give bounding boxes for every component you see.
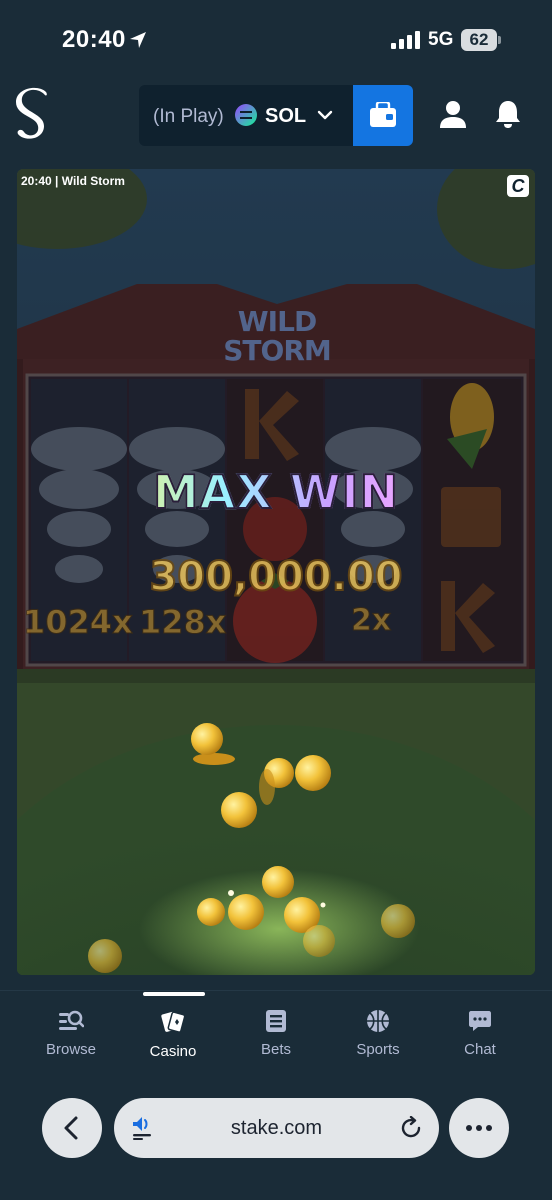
wallet-status: (In Play): [153, 106, 224, 127]
bets-list-icon: [266, 1010, 286, 1032]
address-bar[interactable]: stake.com: [114, 1098, 439, 1158]
nav-label: Chat: [464, 1041, 496, 1058]
game-frame[interactable]: 20:40 | Wild Storm C WILD STORM MAX WIN …: [17, 169, 535, 975]
casino-cards-icon: [161, 1011, 186, 1033]
nav-item-browse[interactable]: Browse: [21, 1009, 121, 1058]
basketball-icon: [367, 1010, 389, 1032]
nav-item-sports[interactable]: Sports: [328, 1009, 428, 1058]
solana-icon: [235, 104, 257, 126]
nav-item-casino[interactable]: Casino: [123, 1009, 223, 1060]
more-dots-icon: [466, 1125, 492, 1131]
chat-icon: [469, 1011, 491, 1031]
active-tab-indicator: [143, 992, 205, 996]
reload-icon[interactable]: [399, 1116, 423, 1140]
app-header: (In Play) SOL: [0, 80, 552, 154]
status-time: 20:40: [62, 26, 126, 53]
chevron-down-icon: [317, 110, 333, 120]
multiplier-label: 128x: [138, 603, 227, 642]
game-caption: 20:40 | Wild Storm: [21, 174, 125, 188]
nav-label: Casino: [149, 1043, 197, 1060]
user-icon[interactable]: [439, 100, 467, 130]
battery-nub: [498, 36, 501, 44]
nav-label: Browse: [45, 1041, 97, 1058]
win-amount: 300,000.00: [148, 553, 403, 601]
wallet-icon: [370, 102, 396, 127]
currency-label: SOL: [265, 105, 307, 127]
cellular-signal-icon: [391, 31, 420, 49]
back-button[interactable]: [42, 1098, 102, 1158]
chevron-left-icon: [64, 1116, 78, 1140]
game-provider-badge[interactable]: C: [507, 175, 529, 197]
game-logo-line1: WILD: [237, 305, 317, 338]
multiplier-label: 2x: [350, 603, 392, 639]
nav-item-chat[interactable]: Chat: [430, 1009, 530, 1058]
battery-icon: 62: [461, 29, 497, 51]
url-text: stake.com: [230, 1117, 323, 1139]
location-arrow-icon: [130, 32, 146, 48]
wallet-selector[interactable]: (In Play) SOL: [139, 85, 353, 146]
nav-item-bets[interactable]: Bets: [226, 1009, 326, 1058]
bottom-nav: Browse Casino Bets Sports Chat: [0, 990, 552, 1076]
game-logo: WILD STORM: [217, 307, 337, 365]
multiplier-label: 1024x: [23, 603, 134, 642]
network-type: 5G: [428, 29, 454, 50]
bell-icon[interactable]: [494, 99, 522, 129]
more-options-button[interactable]: [449, 1098, 509, 1158]
game-logo-line2: STORM: [223, 334, 332, 367]
stake-logo-icon[interactable]: [14, 86, 52, 144]
wallet-button[interactable]: [353, 85, 413, 146]
nav-label: Bets: [260, 1041, 291, 1058]
nav-label: Sports: [356, 1041, 400, 1058]
max-win-headline: MAX WIN: [17, 464, 535, 520]
status-bar: 20:40 5G 62: [0, 0, 552, 80]
browser-bar: stake.com: [0, 1076, 552, 1200]
browse-icon: [59, 1010, 84, 1030]
